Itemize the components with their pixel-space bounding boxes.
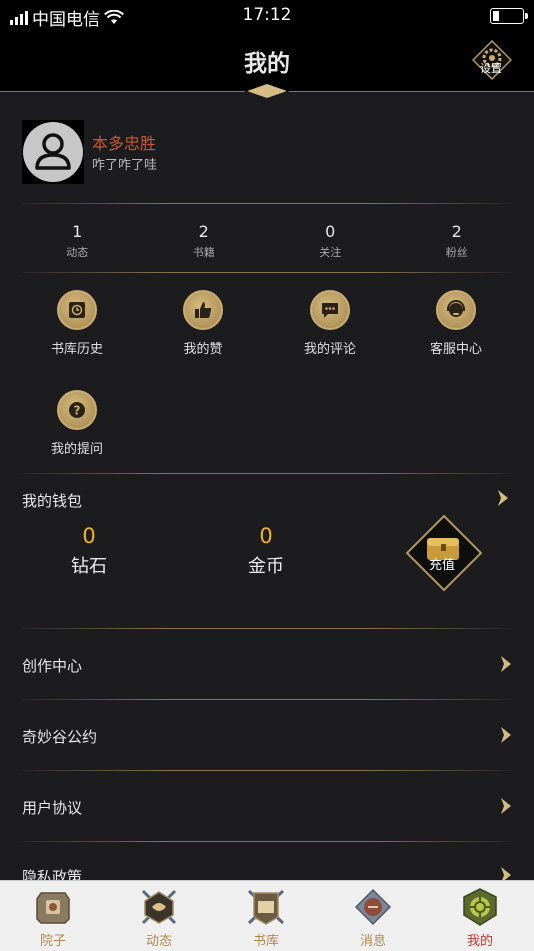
shortcut-my-comments[interactable]: 我的评论 xyxy=(280,290,380,357)
wallet-arrow-icon[interactable] xyxy=(497,489,509,507)
page-title: 我的 xyxy=(244,51,290,77)
menu-user-agreement[interactable]: 用户协议 xyxy=(22,797,82,818)
coin-count: 0 xyxy=(259,524,273,548)
settings-label: 设置 xyxy=(480,62,502,75)
headset-icon xyxy=(436,290,476,330)
wallet-title: 我的钱包 xyxy=(22,492,83,510)
stat-label: 动态 xyxy=(66,246,89,259)
chevron-right-icon[interactable] xyxy=(500,655,512,673)
diamond-label: 钻石 xyxy=(71,556,107,577)
shortcut-my-questions[interactable]: ? 我的提问 xyxy=(27,390,127,457)
battery-icon xyxy=(490,8,528,24)
shortcut-book-history[interactable]: 书库历史 xyxy=(27,290,127,357)
tab-label: 我的 xyxy=(466,934,493,949)
page-header: 我的 xyxy=(0,30,534,98)
status-bar: 中国电信 17:12 xyxy=(0,0,534,30)
default-avatar-icon xyxy=(23,122,83,182)
tab-label: 动态 xyxy=(145,934,172,949)
courtyard-icon xyxy=(36,892,70,924)
menu-label: 奇妙谷公约 xyxy=(22,728,98,746)
diamond-count: 0 xyxy=(82,524,96,548)
stat-label: 关注 xyxy=(319,246,342,259)
stat-followers[interactable]: 2 粉丝 xyxy=(394,222,521,260)
svg-text:?: ? xyxy=(74,404,81,418)
divider xyxy=(22,272,512,273)
stat-value: 2 xyxy=(451,222,462,241)
stats-row: 1 动态 2 书籍 0 关注 2 粉丝 xyxy=(14,222,520,260)
shortcut-my-likes[interactable]: 我的赞 xyxy=(153,290,253,357)
shortcut-label: 我的提问 xyxy=(50,442,103,457)
tab-profile[interactable]: 我的 xyxy=(427,881,533,951)
bottom-tab-bar: 院子 动态 书库 消息 我的 xyxy=(0,880,534,951)
chevron-right-icon[interactable] xyxy=(500,726,512,744)
tab-courtyard[interactable]: 院子 xyxy=(0,881,106,951)
divider xyxy=(22,770,512,771)
thumbs-up-icon xyxy=(183,290,223,330)
chevron-right-icon[interactable] xyxy=(500,797,512,815)
diamond-balance[interactable]: 0 钻石 xyxy=(29,524,149,578)
feed-icon xyxy=(141,889,177,925)
profile-icon xyxy=(463,888,497,926)
library-icon xyxy=(247,889,285,925)
shortcut-label: 我的赞 xyxy=(183,342,223,357)
coin-label: 金币 xyxy=(248,556,284,577)
stat-posts[interactable]: 1 动态 xyxy=(14,222,141,260)
stat-books[interactable]: 2 书籍 xyxy=(141,222,268,260)
menu-label: 创作中心 xyxy=(22,657,83,675)
tab-feed[interactable]: 动态 xyxy=(106,881,212,951)
shortcut-label: 书库历史 xyxy=(50,342,103,357)
treasure-chest-icon xyxy=(405,514,483,592)
profile-card[interactable]: 本多忠胜 咋了咋了哇 xyxy=(22,120,512,184)
divider xyxy=(22,628,512,629)
shortcut-label: 客服中心 xyxy=(429,342,482,357)
user-signature: 咋了咋了哇 xyxy=(92,158,158,173)
shortcut-customer-service[interactable]: 客服中心 xyxy=(406,290,506,357)
divider xyxy=(22,841,512,842)
stat-following[interactable]: 0 关注 xyxy=(267,222,394,260)
menu-label: 用户协议 xyxy=(22,799,83,817)
tab-library[interactable]: 书库 xyxy=(213,881,319,951)
book-history-icon xyxy=(57,290,97,330)
recharge-button[interactable]: 充值 xyxy=(405,514,483,592)
recharge-label: 充值 xyxy=(429,558,456,573)
message-icon xyxy=(354,888,392,926)
comment-icon xyxy=(310,290,350,330)
stat-value: 0 xyxy=(325,222,336,241)
stat-label: 书籍 xyxy=(192,246,215,259)
tab-label: 消息 xyxy=(359,934,386,949)
tab-label: 书库 xyxy=(252,934,279,949)
header-ornament-icon xyxy=(247,84,287,98)
divider xyxy=(22,699,512,700)
stat-value: 2 xyxy=(198,222,209,241)
header-divider-right xyxy=(289,91,534,92)
avatar[interactable] xyxy=(22,120,84,184)
divider xyxy=(22,473,512,474)
tab-label: 院子 xyxy=(39,934,66,949)
stat-value: 1 xyxy=(72,222,83,241)
header-divider-left xyxy=(0,91,245,92)
username: 本多忠胜 xyxy=(92,134,157,153)
question-icon: ? xyxy=(57,390,97,430)
settings-button[interactable]: 设置 xyxy=(471,39,513,81)
tab-messages[interactable]: 消息 xyxy=(320,881,426,951)
stat-label: 粉丝 xyxy=(445,246,468,259)
divider xyxy=(22,203,512,204)
menu-creator-center[interactable]: 创作中心 xyxy=(22,655,82,676)
coin-balance[interactable]: 0 金币 xyxy=(206,524,326,578)
clock: 17:12 xyxy=(242,5,292,25)
shortcut-label: 我的评论 xyxy=(303,342,356,357)
menu-community-convention[interactable]: 奇妙谷公约 xyxy=(22,726,97,747)
